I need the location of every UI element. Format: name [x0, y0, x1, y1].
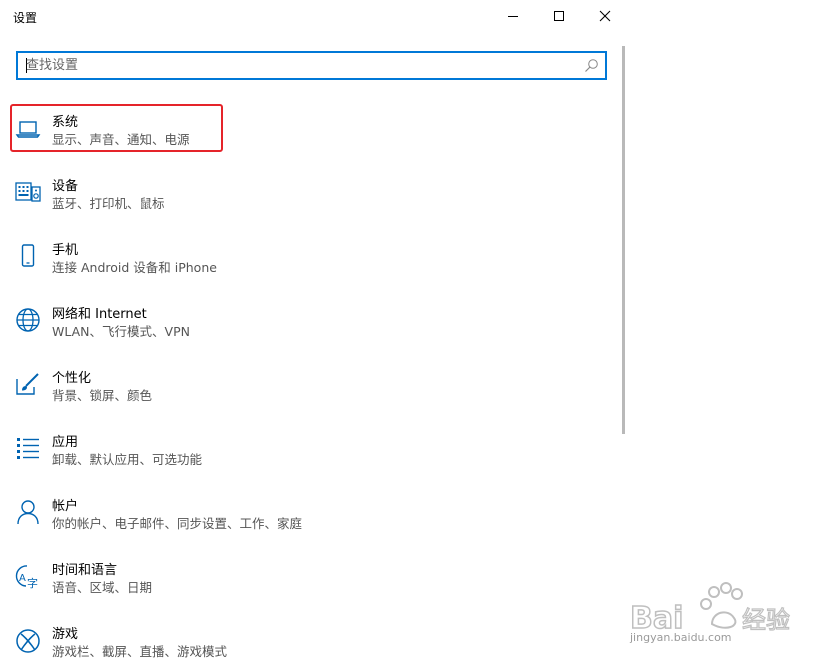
category-time-language[interactable]: A 字 时间和语言 语音、区域、日期	[12, 552, 312, 602]
category-desc: 游戏栏、截屏、直播、游戏模式	[52, 644, 228, 659]
apps-list-icon	[17, 438, 39, 459]
title-bar[interactable]: 设置	[0, 0, 630, 32]
paint-brush-icon	[16, 373, 39, 395]
category-desc: 卸载、默认应用、可选功能	[52, 452, 203, 467]
category-name: 网络和 Internet	[52, 307, 147, 322]
category-desc: 你的帐户、电子邮件、同步设置、工作、家庭	[52, 516, 303, 531]
search-icon[interactable]	[584, 58, 599, 73]
category-name: 帐户	[52, 499, 79, 514]
category-name: 时间和语言	[52, 563, 118, 578]
watermark-logo: Bai 经验	[629, 582, 791, 637]
minimize-button[interactable]	[490, 0, 536, 32]
category-desc: 语音、区域、日期	[52, 580, 153, 595]
keyboard-speaker-icon	[15, 182, 41, 202]
category-name: 个性化	[52, 371, 92, 386]
search-input[interactable]	[26, 53, 586, 78]
person-icon	[17, 500, 39, 525]
laptop-icon	[15, 121, 41, 138]
maximize-button[interactable]	[536, 0, 582, 32]
window-title: 设置	[13, 11, 38, 25]
close-icon	[599, 10, 611, 22]
minimize-icon	[508, 16, 518, 17]
scrollbar[interactable]	[622, 46, 625, 434]
category-accounts[interactable]: 帐户 你的帐户、电子邮件、同步设置、工作、家庭	[12, 488, 312, 538]
category-name: 设备	[52, 179, 79, 194]
close-button[interactable]	[582, 0, 628, 32]
category-phone[interactable]: 手机 连接 Android 设备和 iPhone	[12, 232, 312, 282]
category-system[interactable]: 系统 显示、声音、通知、电源	[12, 104, 312, 154]
category-personalization[interactable]: 个性化 背景、锁屏、颜色	[12, 360, 312, 410]
maximize-icon	[554, 11, 564, 21]
category-desc: 连接 Android 设备和 iPhone	[52, 260, 217, 275]
globe-icon	[16, 308, 40, 332]
category-name: 手机	[52, 243, 79, 258]
category-apps[interactable]: 应用 卸载、默认应用、可选功能	[12, 424, 312, 474]
time-language-icon: A 字	[15, 565, 38, 590]
phone-icon	[21, 244, 35, 267]
watermark-url: jingyan.baidu.com	[630, 631, 732, 644]
category-name: 游戏	[52, 627, 79, 642]
category-desc: WLAN、飞行模式、VPN	[52, 324, 190, 339]
category-desc: 显示、声音、通知、电源	[52, 132, 190, 147]
category-devices[interactable]: 设备 蓝牙、打印机、鼠标	[12, 168, 312, 218]
category-desc: 蓝牙、打印机、鼠标	[52, 196, 165, 211]
category-gaming[interactable]: 游戏 游戏栏、截屏、直播、游戏模式	[12, 616, 312, 666]
settings-window: 设置 系统 显示、声音、通知、电源	[0, 0, 630, 666]
category-network[interactable]: 网络和 Internet WLAN、飞行模式、VPN	[12, 296, 312, 346]
category-name: 系统	[52, 115, 79, 130]
svg-text:A: A	[19, 573, 26, 584]
category-desc: 背景、锁屏、颜色	[52, 388, 153, 403]
category-name: 应用	[52, 435, 79, 450]
xbox-icon	[16, 629, 40, 653]
search-box[interactable]	[16, 51, 607, 80]
svg-text:字: 字	[27, 576, 38, 590]
svg-text:经验: 经验	[742, 606, 790, 634]
